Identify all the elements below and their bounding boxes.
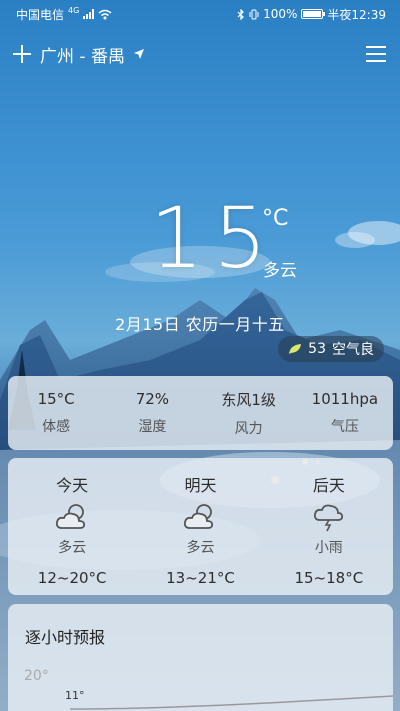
stat-label: 气压 <box>330 419 359 435</box>
stat-value: 15°C <box>37 390 75 408</box>
aqi-label: 空气良 <box>332 342 374 358</box>
stat-pressure: 1011hpa 气压 <box>297 376 393 450</box>
status-bar: 中国电信 4G 100% 半夜12:39 <box>0 0 400 28</box>
stat-value: 1011hpa <box>311 390 379 408</box>
forecast-day-label: 明天 <box>184 476 217 495</box>
stat-label: 风力 <box>234 420 263 437</box>
forecast-card: 今天 多云 12~20°C 明天 多云 13~21°C 后天 小雨 15~18°… <box>8 458 393 595</box>
leaf-icon <box>289 344 302 354</box>
forecast-day-label: 今天 <box>56 476 89 495</box>
forecast-condition: 小雨 <box>314 540 343 556</box>
temperature-unit: °C <box>262 206 289 231</box>
aqi-value: 53 <box>308 341 326 357</box>
signal-icon <box>83 9 95 19</box>
add-city-icon[interactable] <box>12 44 32 64</box>
current-date: 2月15日 农历一月十五 <box>115 315 285 334</box>
aqi-badge[interactable]: 53 空气良 <box>278 336 384 362</box>
battery-icon <box>301 9 326 19</box>
clock: 半夜12:39 <box>327 7 386 22</box>
network-label: 4G <box>68 5 80 15</box>
forecast-day-after[interactable]: 后天 小雨 15~18°C <box>265 458 393 595</box>
bluetooth-icon <box>237 8 244 20</box>
current-temperature: 15 <box>150 189 277 287</box>
cloud-sun-icon <box>184 504 214 529</box>
hourly-temperature-line <box>69 695 393 710</box>
stat-feels-like: 15°C 体感 <box>8 376 104 450</box>
app-header: 广州 - 番禺 <box>0 38 400 70</box>
location-label[interactable]: 广州 - 番禺 <box>40 42 125 67</box>
forecast-range: 15~18°C <box>294 569 364 587</box>
forecast-day-label: 后天 <box>312 476 345 495</box>
cloud-sun-icon <box>56 504 86 529</box>
menu-icon[interactable] <box>366 46 386 62</box>
carrier-label: 中国电信 <box>16 7 65 22</box>
stat-label: 体感 <box>42 419 71 435</box>
location-arrow-icon <box>133 49 144 59</box>
wifi-icon <box>98 9 112 19</box>
stat-label: 湿度 <box>138 419 167 435</box>
forecast-range: 13~21°C <box>166 569 235 587</box>
stat-value: 东风1级 <box>221 390 276 409</box>
forecast-today[interactable]: 今天 多云 12~20°C <box>8 458 136 595</box>
hourly-forecast-card: 逐小时预报 20° 11° <box>8 604 393 711</box>
forecast-condition: 多云 <box>58 540 87 556</box>
forecast-tomorrow[interactable]: 明天 多云 13~21°C <box>136 458 264 595</box>
stat-humidity: 72% 湿度 <box>104 376 200 450</box>
current-condition: 多云 <box>263 261 297 281</box>
forecast-condition: 多云 <box>186 540 215 556</box>
vibrate-icon <box>249 9 259 19</box>
cloud-rain-icon <box>313 504 343 532</box>
stat-wind: 东风1级 风力 <box>201 376 297 450</box>
conditions-card: 15°C 体感 72% 湿度 东风1级 风力 1011hpa 气压 <box>8 376 393 450</box>
forecast-range: 12~20°C <box>37 569 107 587</box>
battery-percent: 100% <box>263 7 298 21</box>
stat-value: 72% <box>135 390 170 408</box>
